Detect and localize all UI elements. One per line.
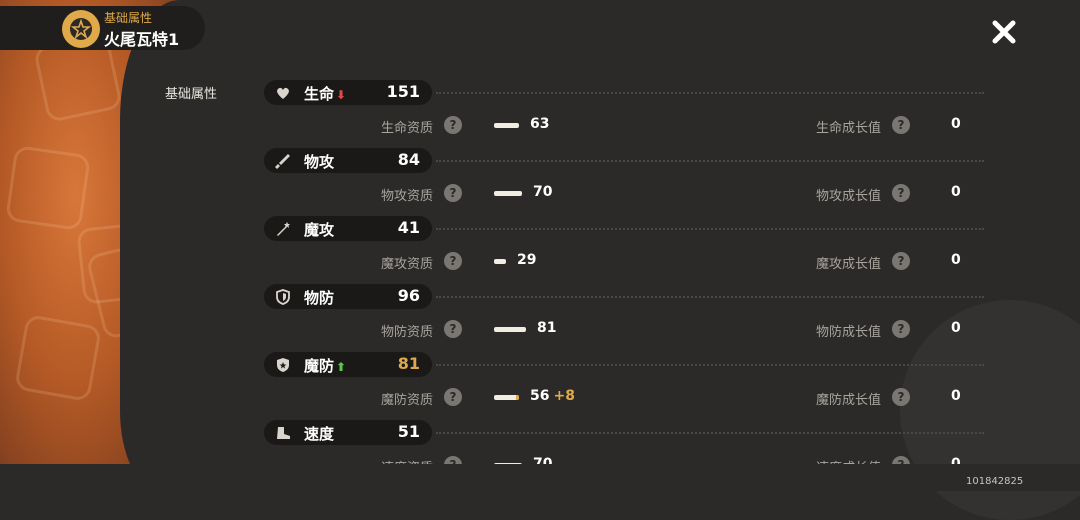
growth-label: 魔防成长值	[815, 393, 881, 408]
stat-pill-0: 生命 ⬇ 151	[264, 80, 432, 105]
section-label: 基础属性	[165, 87, 218, 102]
growth-value: 0	[951, 184, 961, 200]
aptitude-label: 魔防资质	[380, 393, 433, 408]
aptitude-bar	[494, 191, 522, 196]
aptitude-label: 生命资质	[380, 121, 433, 136]
aptitude-value: 29	[517, 252, 537, 268]
help-button[interactable]: ?	[444, 184, 462, 202]
stat-pill-2: 魔攻 41	[264, 216, 432, 241]
help-button[interactable]: ?	[444, 116, 462, 134]
magic-wand-icon	[277, 222, 290, 236]
help-button[interactable]: ?	[892, 388, 910, 406]
shield-icon	[276, 289, 290, 305]
decor-tile	[13, 313, 103, 403]
help-button[interactable]: ?	[892, 184, 910, 202]
aptitude-bonus: +8	[553, 388, 575, 404]
growth-value: 0	[951, 388, 961, 404]
stat-name: 物防	[304, 289, 335, 307]
close-button[interactable]	[990, 18, 1018, 46]
stat-pill-4: 魔防 ⬆ 81	[264, 352, 432, 377]
footer-id: 101842825	[966, 476, 1024, 487]
stat-value: 51	[397, 422, 420, 441]
help-button[interactable]: ?	[444, 252, 462, 270]
stat-pill-3: 物防 96	[264, 284, 432, 309]
stat-name: 魔防 ⬆	[304, 357, 347, 375]
growth-label: 物攻成长值	[815, 189, 881, 204]
aptitude-bonus-bar	[516, 395, 519, 400]
divider	[436, 432, 984, 434]
aptitude-bar	[494, 327, 526, 332]
stat-value: 84	[397, 150, 420, 169]
growth-label: 物防成长值	[815, 325, 881, 340]
aptitude-bar	[494, 123, 519, 128]
growth-value: 0	[951, 252, 961, 268]
close-icon	[992, 20, 1016, 44]
aptitude-bar	[494, 395, 519, 400]
star-badge-icon	[62, 10, 100, 48]
header-subtitle: 基础属性	[104, 11, 153, 25]
stat-pill-1: 物攻 84	[264, 148, 432, 173]
aptitude-value: 56 +8	[530, 388, 575, 404]
boot-icon	[277, 427, 290, 439]
help-button[interactable]: ?	[892, 252, 910, 270]
growth-value: 0	[951, 116, 961, 132]
stat-value: 41	[397, 218, 420, 237]
aptitude-value: 81	[537, 320, 557, 336]
aptitude-bar	[494, 259, 506, 264]
pet-name: 火尾瓦特1	[104, 30, 180, 49]
divider	[436, 228, 984, 230]
decor-tile	[5, 145, 91, 231]
divider	[436, 92, 984, 94]
stat-pill-5: 速度 51	[264, 420, 432, 445]
help-button[interactable]: ?	[444, 388, 462, 406]
magic-shield-icon	[277, 358, 289, 372]
growth-label: 魔攻成长值	[815, 257, 881, 272]
stat-value: 96	[397, 286, 420, 305]
aptitude-label: 物防资质	[380, 325, 433, 340]
stat-change-arrow: ⬇	[336, 88, 347, 102]
stat-name: 魔攻	[304, 221, 335, 239]
aptitude-value: 70	[533, 184, 553, 200]
growth-value: 0	[951, 320, 961, 336]
help-button[interactable]: ?	[892, 116, 910, 134]
help-button[interactable]: ?	[892, 320, 910, 338]
stat-change-arrow: ⬆	[336, 360, 347, 374]
aptitude-label: 物攻资质	[380, 189, 433, 204]
help-button[interactable]: ?	[444, 320, 462, 338]
divider	[436, 364, 984, 366]
aptitude-value: 63	[530, 116, 550, 132]
stat-value: 151	[386, 82, 420, 101]
sword-icon	[275, 154, 290, 169]
scroll-clip	[0, 464, 1080, 491]
divider	[436, 160, 984, 162]
divider	[436, 296, 984, 298]
heart-icon	[277, 87, 289, 99]
aptitude-label: 魔攻资质	[380, 257, 433, 272]
stat-name: 生命 ⬇	[304, 85, 347, 103]
stat-value: 81	[397, 354, 420, 373]
stat-name: 物攻	[304, 153, 335, 171]
stat-name: 速度	[304, 425, 335, 443]
growth-label: 生命成长值	[815, 121, 881, 136]
